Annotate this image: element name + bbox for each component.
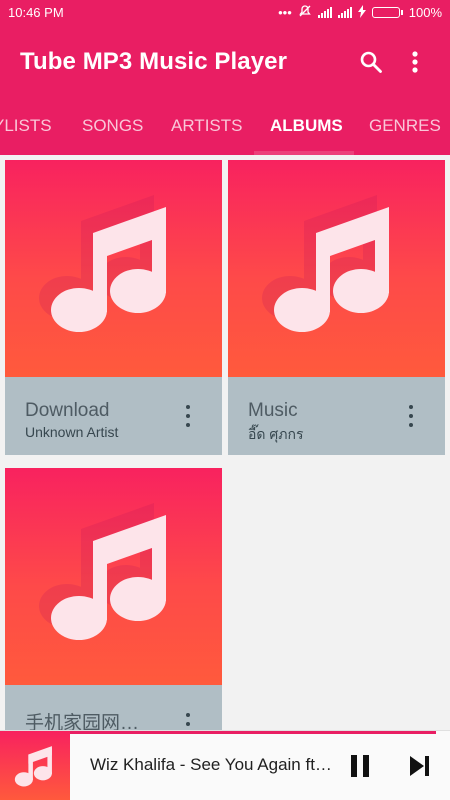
album-card[interactable]: 手机家园网… [5,468,222,763]
battery-percent: 100% [408,5,442,20]
music-note-icon [39,195,166,332]
skip-next-icon [410,756,429,776]
mini-player[interactable]: Wiz Khalifa - See You Again ft. Charlie … [0,730,450,800]
pause-icon [351,755,369,777]
skip-next-button[interactable] [405,751,435,781]
now-playing-art[interactable] [0,731,70,800]
signal-icon [337,7,352,18]
album-name: Music [248,400,298,421]
album-art [228,160,445,377]
tab-playlists[interactable]: YLISTS [0,99,52,155]
tab-genres[interactable]: GENRES [369,99,441,155]
app-bar: Tube MP3 Music Player [0,25,450,99]
tab-indicator [254,151,354,155]
signal-icon [317,7,332,18]
album-art [5,160,222,377]
charging-icon [357,4,366,21]
overflow-menu-button[interactable] [400,47,430,77]
tab-artists[interactable]: ARTISTS [171,99,242,155]
tab-songs[interactable]: SONGS [82,99,143,155]
music-note-icon [262,195,389,332]
music-note-icon [14,746,52,787]
app-title: Tube MP3 Music Player [20,48,288,75]
album-name: Download [25,400,110,421]
battery-icon [371,7,403,18]
album-art [5,468,222,685]
search-icon [360,51,382,73]
dots-icon: ••• [278,5,292,20]
tab-bar: YLISTS SONGS ARTISTS ALBUMS GENRES [0,99,450,155]
player-progress-accent [70,731,436,734]
album-artist: Unknown Artist [25,424,119,440]
album-artist: อี๊ด ศุภกร [248,426,304,442]
tab-albums[interactable]: ALBUMS [270,99,343,155]
now-playing-title[interactable]: Wiz Khalifa - See You Again ft. Charlie … [90,755,335,775]
status-time: 10:46 PM [8,5,64,20]
music-note-icon [39,503,166,640]
mute-icon [298,4,312,21]
album-card[interactable]: Download Unknown Artist [5,160,222,455]
album-more-button[interactable] [180,403,196,429]
pause-button[interactable] [345,751,375,781]
search-button[interactable] [356,47,386,77]
status-icons: ••• 100% [278,4,442,21]
status-bar: 10:46 PM ••• 100% [0,0,450,25]
album-card[interactable]: Music อี๊ด ศุภกร [228,160,445,455]
more-vert-icon [412,51,418,73]
album-more-button[interactable] [403,403,419,429]
